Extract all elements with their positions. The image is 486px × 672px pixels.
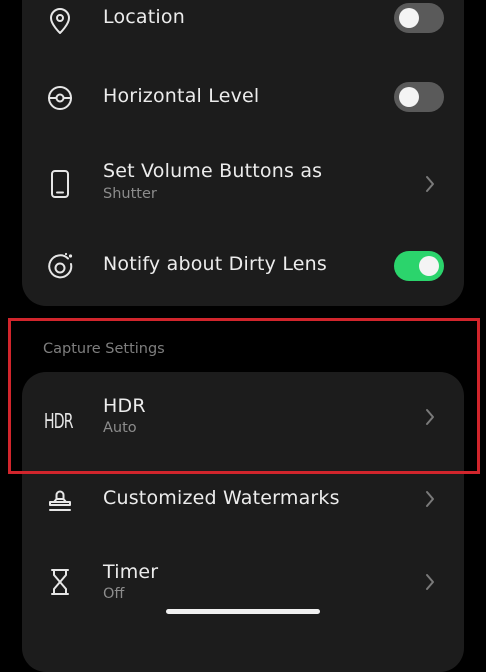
horizontal-level-label: Horizontal Level: [103, 85, 260, 107]
location-pin-icon: [44, 5, 76, 37]
highlight-box: [8, 318, 480, 474]
dirty-lens-label: Notify about Dirty Lens: [103, 253, 327, 275]
timer-label: Timer: [103, 561, 159, 583]
timer-value: Off: [103, 586, 125, 602]
volume-buttons-value: Shutter: [103, 186, 157, 202]
stamp-icon: [44, 483, 76, 515]
dirty-lens-row[interactable]: Notify about Dirty Lens: [22, 236, 464, 296]
lens-icon: [44, 251, 76, 283]
hourglass-icon: [44, 566, 76, 598]
phone-icon: [44, 168, 76, 200]
horizontal-level-row[interactable]: Horizontal Level: [22, 68, 464, 128]
general-settings-card: Location Horizontal Level Set Volume But…: [22, 0, 464, 306]
volume-buttons-row[interactable]: Set Volume Buttons as Shutter: [22, 150, 464, 222]
chevron-right-icon: [424, 573, 436, 591]
timer-row[interactable]: Timer Off: [22, 544, 464, 616]
horizontal-level-toggle[interactable]: [394, 82, 444, 112]
toggle-knob: [419, 256, 439, 276]
location-toggle[interactable]: [394, 3, 444, 33]
location-label: Location: [103, 6, 185, 28]
toggle-knob: [399, 87, 419, 107]
home-indicator[interactable]: [166, 609, 320, 614]
dirty-lens-toggle[interactable]: [394, 251, 444, 281]
toggle-knob: [399, 8, 419, 28]
watermarks-label: Customized Watermarks: [103, 487, 340, 509]
chevron-right-icon: [424, 490, 436, 508]
volume-buttons-label: Set Volume Buttons as: [103, 160, 323, 182]
level-icon: [44, 82, 76, 114]
location-row[interactable]: Location: [22, 0, 464, 48]
watermarks-row[interactable]: Customized Watermarks: [22, 470, 464, 530]
chevron-right-icon: [424, 175, 436, 193]
